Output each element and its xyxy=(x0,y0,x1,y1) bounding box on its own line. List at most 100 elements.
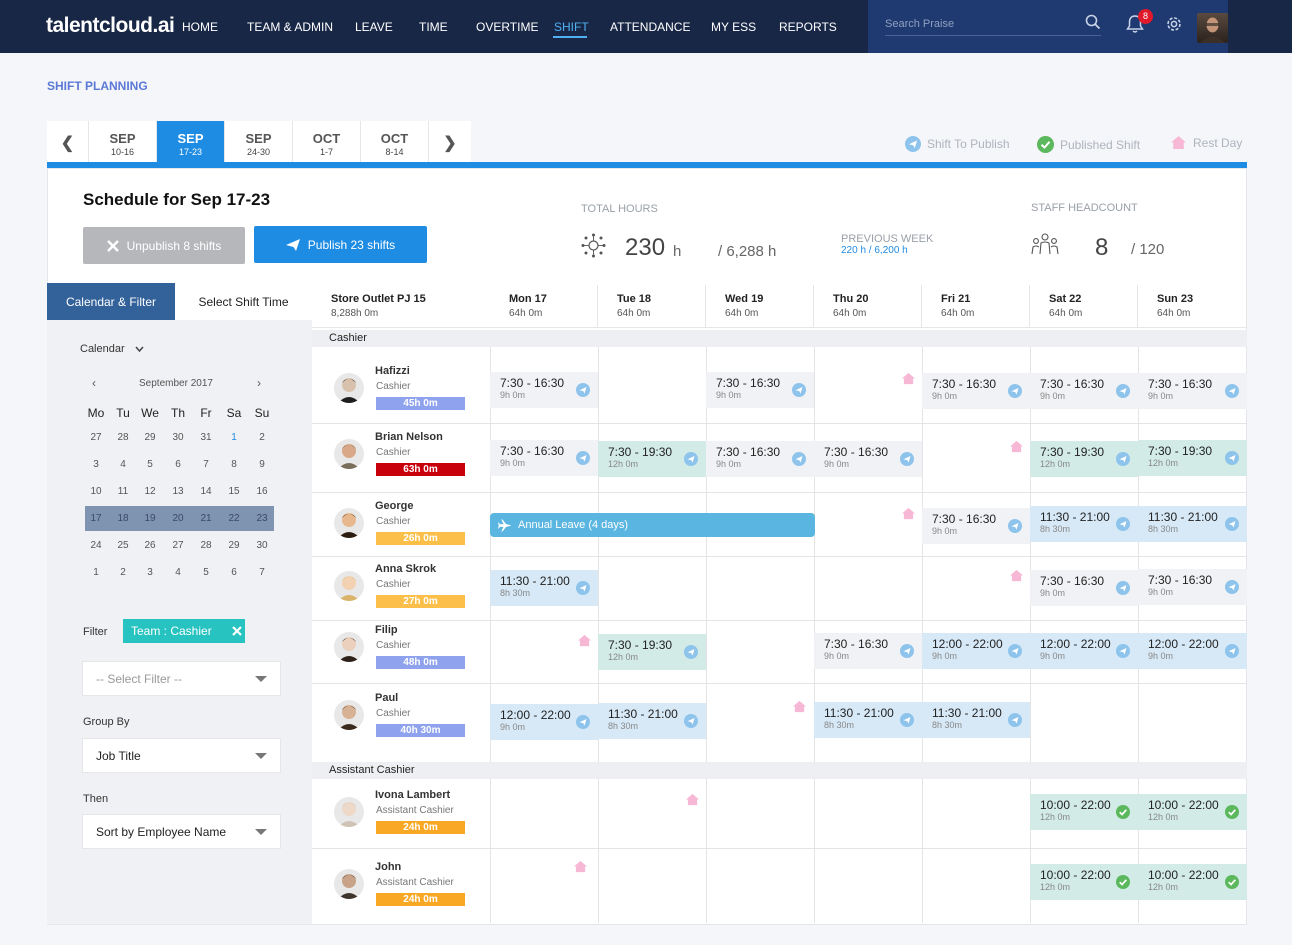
close-icon[interactable] xyxy=(231,626,242,636)
shift-block[interactable]: 11:30 - 21:00 8h 30m xyxy=(814,702,922,738)
search-icon[interactable] xyxy=(1085,14,1101,35)
week-tab-active[interactable]: SEP 17-23 xyxy=(157,121,225,162)
calendar-day[interactable]: 6 xyxy=(164,459,192,470)
calendar-day[interactable]: 20 xyxy=(164,513,192,524)
shift-block[interactable]: 7:30 - 16:30 9h 0m xyxy=(1030,373,1138,409)
annual-leave-bar[interactable]: Annual Leave (4 days) xyxy=(490,513,815,537)
calendar-day[interactable]: 7 xyxy=(248,567,276,578)
calendar-next-button[interactable]: › xyxy=(257,376,261,390)
shift-block[interactable]: 10:00 - 22:00 12h 0m xyxy=(1138,864,1247,900)
calendar-day[interactable]: 17 xyxy=(82,513,110,524)
week-tab[interactable]: OCT 8-14 xyxy=(361,121,429,162)
calendar-day[interactable]: 4 xyxy=(109,459,137,470)
nav-home[interactable]: HOME xyxy=(182,20,218,34)
group-by-dropdown[interactable]: Job Title xyxy=(82,738,281,773)
shift-block[interactable]: 7:30 - 19:30 12h 0m xyxy=(1030,441,1138,477)
next-week-button[interactable]: ❯ xyxy=(429,121,471,162)
shift-block[interactable]: 12:00 - 22:00 9h 0m xyxy=(490,704,598,740)
calendar-prev-button[interactable]: ‹ xyxy=(92,376,96,390)
select-filter-dropdown[interactable]: -- Select Filter -- xyxy=(82,661,281,696)
calendar-day[interactable]: 26 xyxy=(136,540,164,551)
nav-overtime[interactable]: OVERTIME xyxy=(476,20,538,34)
calendar-day[interactable]: 29 xyxy=(136,432,164,443)
shift-block[interactable]: 7:30 - 16:30 9h 0m xyxy=(490,372,598,408)
shift-block[interactable]: 10:00 - 22:00 12h 0m xyxy=(1138,794,1247,830)
calendar-day[interactable]: 24 xyxy=(82,540,110,551)
calendar-day[interactable]: 2 xyxy=(248,432,276,443)
shift-block[interactable]: 11:30 - 21:00 8h 30m xyxy=(922,702,1030,738)
calendar-day[interactable]: 27 xyxy=(164,540,192,551)
nav-team-admin[interactable]: TEAM & ADMIN xyxy=(247,20,333,34)
calendar-day[interactable]: 7 xyxy=(192,459,220,470)
nav-reports[interactable]: REPORTS xyxy=(779,20,837,34)
shift-block[interactable]: 12:00 - 22:00 9h 0m xyxy=(1138,633,1247,669)
calendar-day[interactable]: 27 xyxy=(82,432,110,443)
calendar-day[interactable]: 31 xyxy=(192,432,220,443)
calendar-day[interactable]: 30 xyxy=(164,432,192,443)
calendar-day[interactable]: 21 xyxy=(192,513,220,524)
calendar-day[interactable]: 8 xyxy=(220,459,248,470)
calendar-day[interactable]: 13 xyxy=(164,486,192,497)
week-tab[interactable]: SEP 10-16 xyxy=(89,121,157,162)
publish-button[interactable]: Publish 23 shifts xyxy=(254,226,427,263)
calendar-day[interactable]: 22 xyxy=(220,513,248,524)
shift-block[interactable]: 7:30 - 16:30 9h 0m xyxy=(490,440,598,476)
calendar-day[interactable]: 12 xyxy=(136,486,164,497)
calendar-day[interactable]: 3 xyxy=(136,567,164,578)
shift-block[interactable]: 11:30 - 21:00 8h 30m xyxy=(1030,506,1138,542)
calendar-day[interactable]: 6 xyxy=(220,567,248,578)
shift-block[interactable]: 7:30 - 16:30 9h 0m xyxy=(706,441,814,477)
shift-block[interactable]: 7:30 - 16:30 9h 0m xyxy=(1138,569,1247,605)
unpublish-button[interactable]: Unpublish 8 shifts xyxy=(83,227,245,264)
calendar-day[interactable]: 19 xyxy=(136,513,164,524)
calendar-day[interactable]: 29 xyxy=(220,540,248,551)
search-input[interactable] xyxy=(885,16,1075,30)
nav-attendance[interactable]: ATTENDANCE xyxy=(610,20,690,34)
shift-block[interactable]: 7:30 - 19:30 12h 0m xyxy=(598,441,706,477)
calendar-day[interactable]: 5 xyxy=(136,459,164,470)
shift-block[interactable]: 11:30 - 21:00 8h 30m xyxy=(598,703,706,739)
sort-dropdown[interactable]: Sort by Employee Name xyxy=(82,814,281,849)
tab-select-shift-time[interactable]: Select Shift Time xyxy=(175,283,312,320)
user-avatar[interactable] xyxy=(1197,13,1228,43)
shift-block[interactable]: 12:00 - 22:00 9h 0m xyxy=(922,633,1030,669)
calendar-day[interactable]: 5 xyxy=(192,567,220,578)
shift-block[interactable]: 7:30 - 16:30 9h 0m xyxy=(814,633,922,669)
calendar-day[interactable]: 28 xyxy=(109,432,137,443)
tab-calendar-filter[interactable]: Calendar & Filter xyxy=(47,283,175,320)
calendar-day[interactable]: 25 xyxy=(109,540,137,551)
shift-block[interactable]: 10:00 - 22:00 12h 0m xyxy=(1030,794,1138,830)
shift-block[interactable]: 7:30 - 19:30 12h 0m xyxy=(1138,440,1247,476)
nav-time[interactable]: TIME xyxy=(419,20,448,34)
calendar-day[interactable]: 10 xyxy=(82,486,110,497)
calendar-day[interactable]: 1 xyxy=(82,567,110,578)
shift-block[interactable]: 7:30 - 19:30 12h 0m xyxy=(598,634,706,670)
calendar-dropdown[interactable]: Calendar xyxy=(80,343,144,355)
calendar-day[interactable]: 11 xyxy=(109,486,137,497)
shift-block[interactable]: 10:00 - 22:00 12h 0m xyxy=(1030,864,1138,900)
nav-shift[interactable]: SHIFT xyxy=(554,20,589,34)
gear-icon[interactable] xyxy=(1165,15,1183,38)
calendar-day[interactable]: 23 xyxy=(248,513,276,524)
calendar-day[interactable]: 30 xyxy=(248,540,276,551)
prev-week-button[interactable]: ❮ xyxy=(47,121,89,162)
app-logo[interactable]: talentcloud.ai xyxy=(46,14,175,38)
calendar-day[interactable]: 2 xyxy=(109,567,137,578)
calendar-day[interactable]: 9 xyxy=(248,459,276,470)
calendar-day[interactable]: 15 xyxy=(220,486,248,497)
nav-my-ess[interactable]: MY ESS xyxy=(711,20,756,34)
calendar-day[interactable]: 3 xyxy=(82,459,110,470)
calendar-day[interactable]: 4 xyxy=(164,567,192,578)
nav-leave[interactable]: LEAVE xyxy=(355,20,393,34)
shift-block[interactable]: 11:30 - 21:00 8h 30m xyxy=(490,570,598,606)
shift-block[interactable]: 7:30 - 16:30 9h 0m xyxy=(922,373,1030,409)
shift-block[interactable]: 7:30 - 16:30 9h 0m xyxy=(1030,570,1138,606)
calendar-day[interactable]: 16 xyxy=(248,486,276,497)
week-tab[interactable]: SEP 24-30 xyxy=(225,121,293,162)
shift-block[interactable]: 7:30 - 16:30 9h 0m xyxy=(706,372,814,408)
calendar-day[interactable]: 1 xyxy=(220,432,248,443)
calendar-day[interactable]: 14 xyxy=(192,486,220,497)
week-tab[interactable]: OCT 1-7 xyxy=(293,121,361,162)
shift-block[interactable]: 12:00 - 22:00 9h 0m xyxy=(1030,633,1138,669)
shift-block[interactable]: 7:30 - 16:30 9h 0m xyxy=(1138,373,1247,409)
